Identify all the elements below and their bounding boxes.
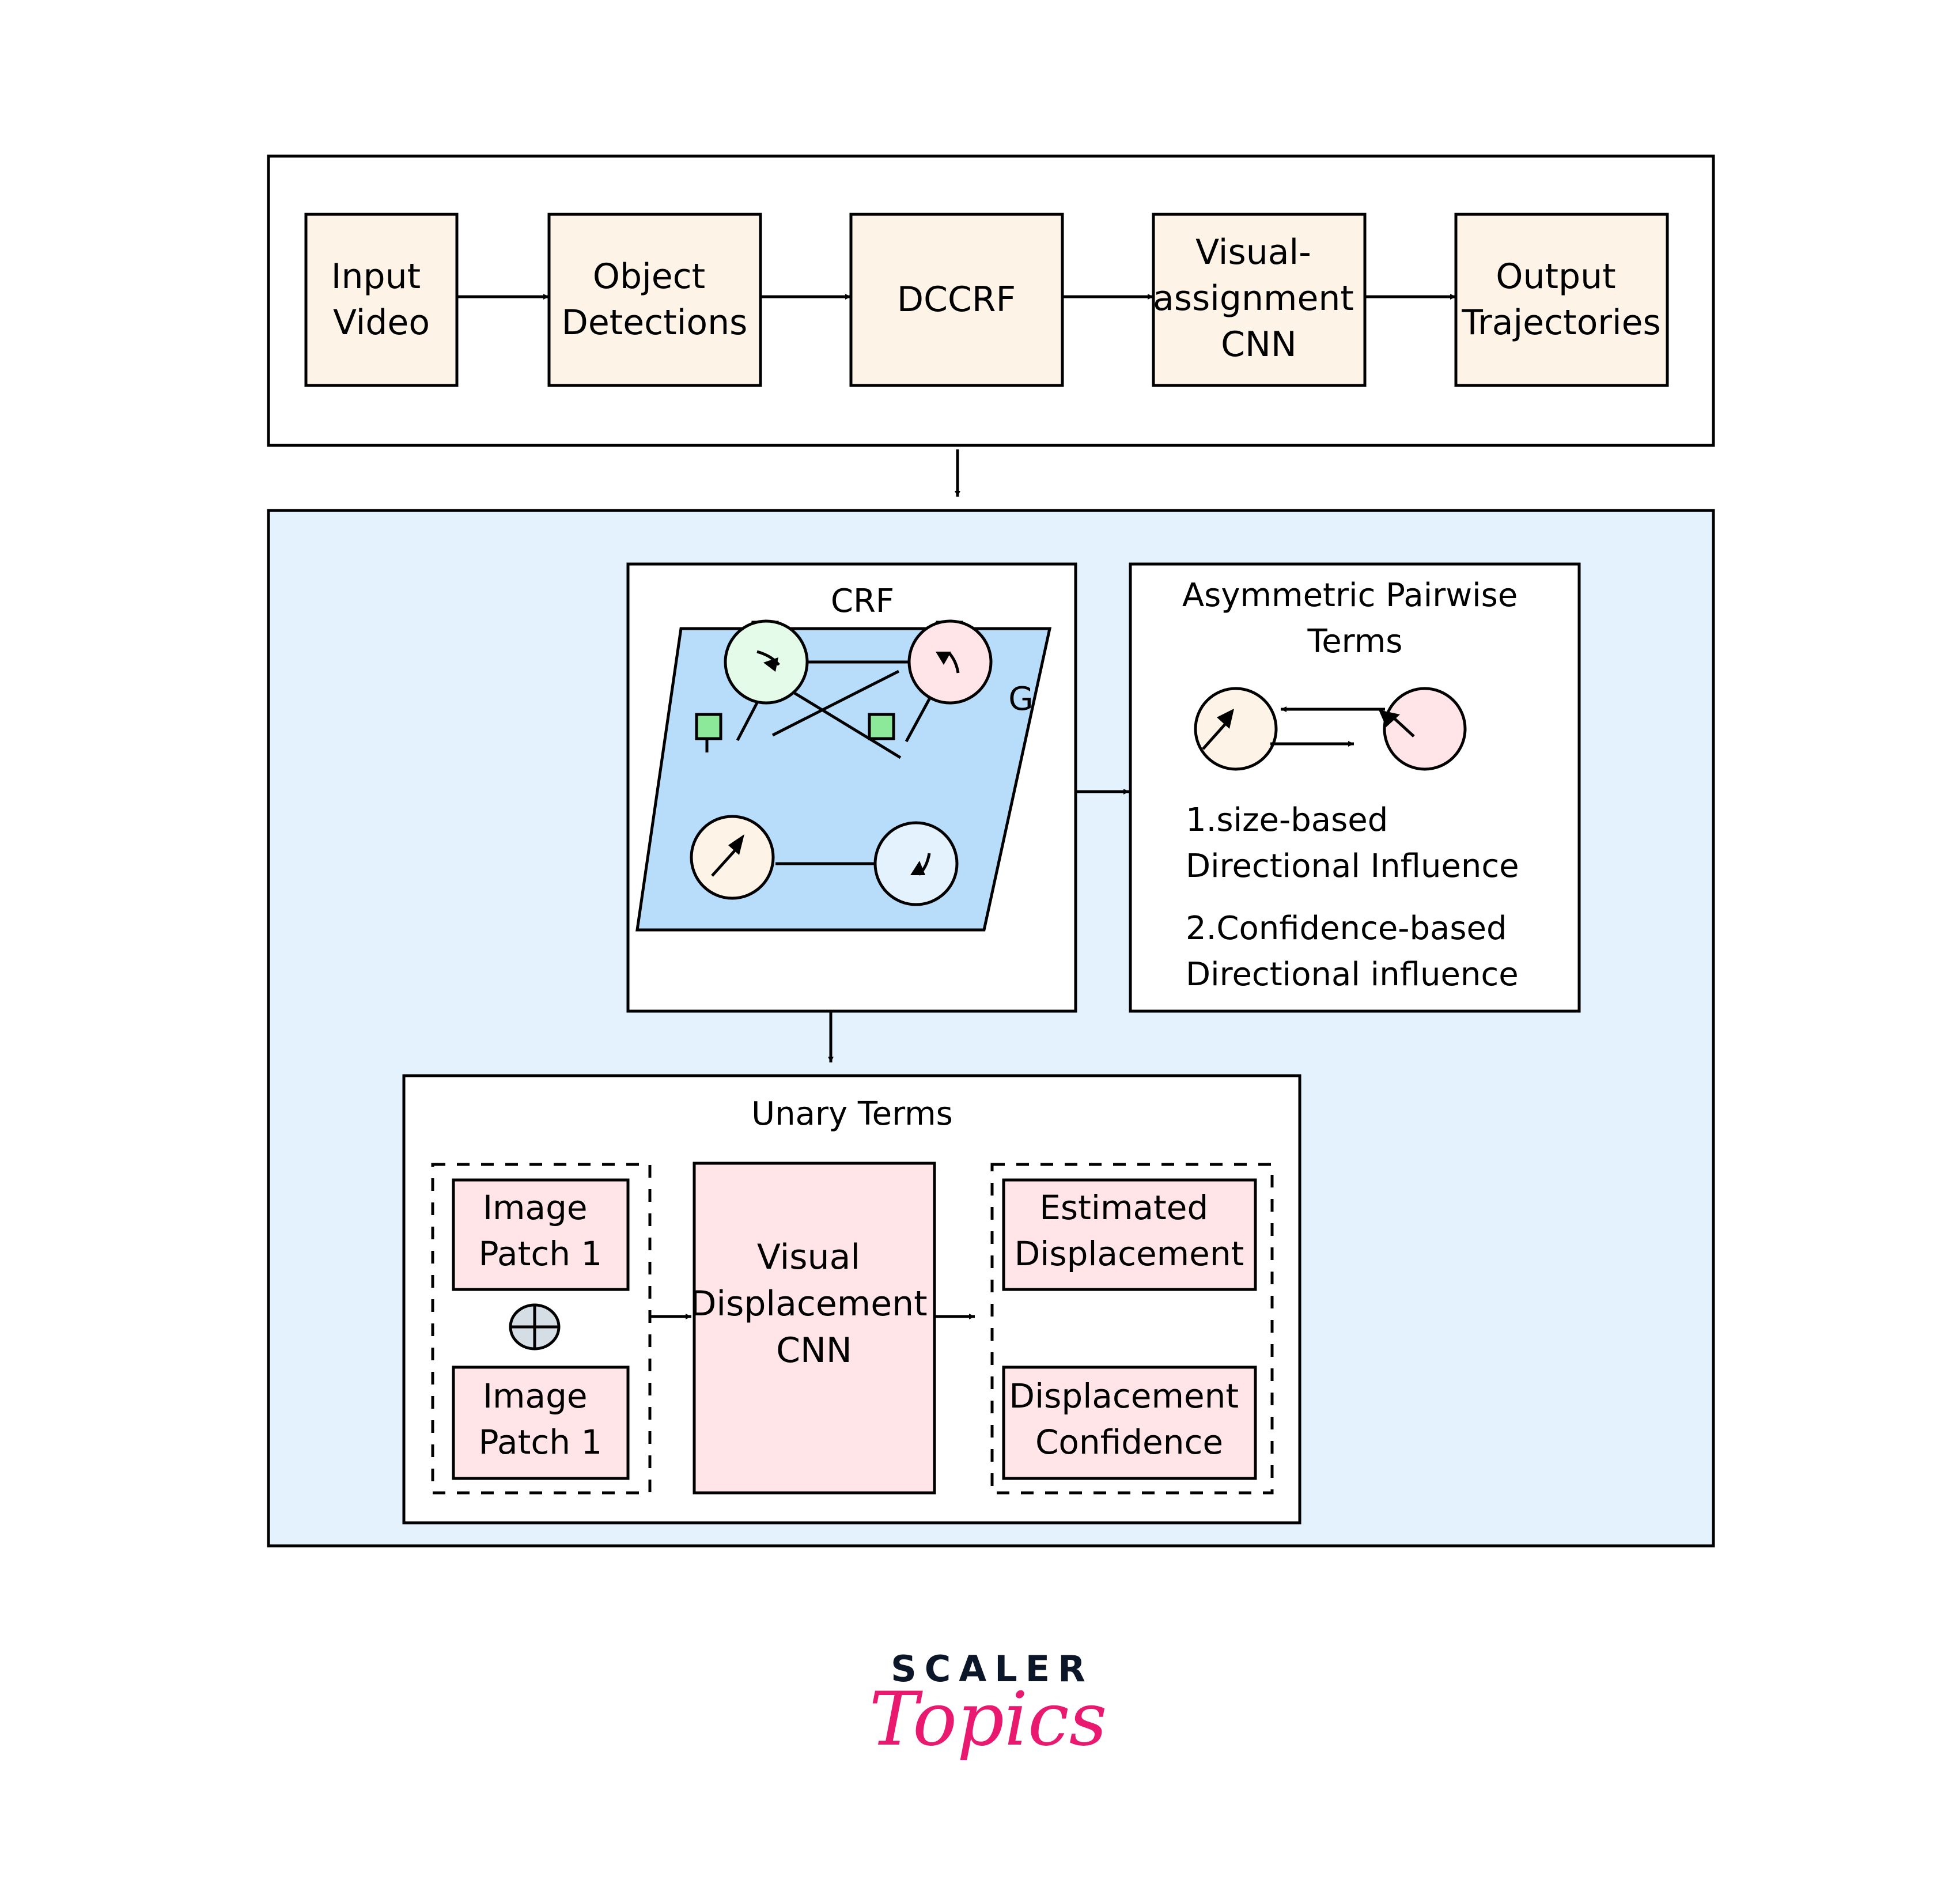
box-label-line: Patch 1 (479, 1234, 603, 1273)
stage-label-line: CNN (1221, 324, 1297, 365)
pipeline-stage-input-video: Input Video (304, 213, 459, 387)
stage-label-line: Object (593, 256, 705, 297)
stage-label-line: DCCRF (897, 279, 1016, 320)
node-circle (907, 619, 993, 705)
box-label-line: Displacement (690, 1284, 927, 1324)
factor-node (868, 713, 895, 740)
pipeline-stage-output-trajectories: Output Trajectories (1454, 213, 1669, 387)
svg-text:DCCRF: DCCRF (897, 279, 1016, 320)
box-label-line: Patch 1 (479, 1423, 603, 1462)
box-label-line: Visual (757, 1237, 860, 1277)
node-circle (873, 821, 959, 906)
pipeline-stage-visual-assignment-cnn: Visual- assignment CNN (1152, 213, 1367, 387)
stage-box (1454, 213, 1669, 387)
pipeline-stage-object-detections: Object Detections (547, 213, 762, 387)
graph-label-g: G (1008, 680, 1033, 718)
unary-title: Unary Terms (751, 1095, 953, 1133)
box-label-line: Displacement (1009, 1376, 1239, 1416)
node-circle (690, 815, 775, 900)
pairwise-item-line: 2.Confidence-based (1186, 910, 1507, 947)
stage-label-line: Output (1496, 256, 1615, 297)
oplus-icon (509, 1303, 561, 1351)
pairwise-item-line: Directional Influence (1186, 848, 1519, 885)
pipeline-stage-dccrf: DCCRF (849, 213, 1064, 387)
crf-title: CRF (831, 582, 894, 620)
box-label-line: Image (483, 1188, 588, 1227)
pairwise-title-line: Asymmetric Pairwise (1182, 577, 1518, 614)
box-label-line: Displacement (1015, 1234, 1244, 1273)
cnn-box (693, 1162, 936, 1495)
crf-box: CRF G (626, 562, 1077, 1013)
pairwise-item-line: Directional influence (1186, 956, 1519, 993)
unary-box: Unary Terms Image Patch 1 Image Patch 1 (402, 1074, 1301, 1525)
logo-topics-text: Topics (869, 1677, 1107, 1762)
crf-node-bottom-right (873, 821, 959, 906)
crf-node-bottom-left (690, 815, 775, 900)
displacement-confidence-box: Displacement Confidence (1002, 1365, 1257, 1480)
scaler-topics-logo: SCALER Topics (869, 1648, 1107, 1762)
image-patch-box: Image Patch 1 (452, 1178, 630, 1291)
estimated-displacement-box: Estimated Displacement (1002, 1178, 1257, 1291)
crf-node-top-left (724, 619, 809, 705)
stage-box (547, 213, 762, 387)
box-label-line: Confidence (1035, 1423, 1223, 1462)
crf-node-top-right (907, 619, 993, 705)
box-label-line: Estimated (1039, 1188, 1208, 1227)
image-patch-box: Image Patch 1 (452, 1365, 630, 1480)
pairwise-item-line: 1.size-based (1186, 801, 1388, 839)
stage-box (304, 213, 459, 387)
diagram-canvas: Input Video Object Detections DCCRF Visu… (267, 154, 1715, 1762)
box-label-line: CNN (776, 1330, 852, 1371)
visual-displacement-cnn-box: Visual Displacement CNN (690, 1162, 936, 1495)
stage-label-line: assignment (1153, 278, 1354, 319)
pairwise-box: Asymmetric Pairwise Terms 1.size-based D… (1129, 562, 1581, 1013)
pairwise-title-line: Terms (1307, 623, 1403, 660)
box-label-line: Image (483, 1376, 588, 1416)
stage-label-line: Visual- (1195, 232, 1311, 273)
factor-node (695, 713, 722, 740)
stage-label-line: Input (331, 256, 421, 297)
stage-label-line: Video (333, 302, 430, 343)
pairwise-node-right (1383, 687, 1467, 771)
pairwise-node-left (1194, 687, 1278, 771)
stage-label-line: Detections (562, 302, 748, 343)
stage-label-line: Trajectories (1461, 302, 1661, 343)
